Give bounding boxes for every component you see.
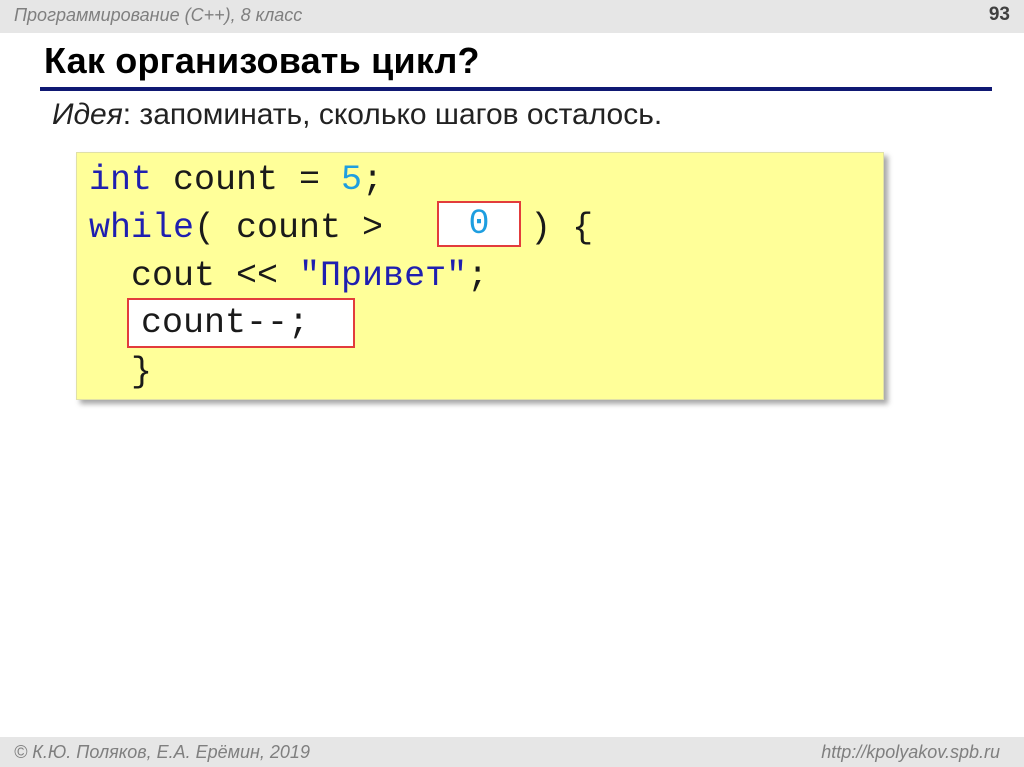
course-label: Программирование (С++), 8 класс bbox=[14, 5, 303, 25]
code-line-5: } bbox=[89, 352, 153, 392]
number-literal: 5 bbox=[341, 160, 363, 200]
idea-body: : запоминать, сколько шагов осталось. bbox=[122, 98, 663, 131]
idea-text: Идея: запоминать, сколько шагов осталось… bbox=[52, 98, 662, 132]
code-block: int count = 5; while( count > ) { cout <… bbox=[76, 152, 884, 400]
footer-bar: © К.Ю. Поляков, Е.А. Ерёмин, 2019 http:/… bbox=[0, 737, 1024, 767]
page-number: 93 bbox=[988, 4, 1010, 25]
keyword-while: while bbox=[89, 208, 195, 248]
keyword-int: int bbox=[89, 160, 153, 200]
code-line-3: cout << "Привет"; bbox=[89, 256, 488, 296]
header-bar: Программирование (С++), 8 класс 93 bbox=[0, 0, 1024, 33]
slide-title: Как организовать цикл? bbox=[44, 40, 480, 81]
idea-lead: Идея bbox=[52, 98, 123, 131]
code-text: ( count > bbox=[194, 208, 405, 248]
string-literal: "Привет" bbox=[299, 256, 468, 296]
decrement-answer-box: count--; bbox=[127, 298, 355, 348]
code-text: count = bbox=[152, 160, 342, 200]
code-text: cout << bbox=[89, 256, 300, 296]
copyright-text: © К.Ю. Поляков, Е.А. Ерёмин, 2019 bbox=[14, 742, 310, 762]
code-line-1: int count = 5; bbox=[89, 160, 383, 200]
title-underline bbox=[40, 87, 992, 91]
site-link[interactable]: http://kpolyakov.spb.ru bbox=[821, 742, 1000, 763]
code-text: ) { bbox=[509, 208, 594, 248]
code-text: ; bbox=[467, 256, 489, 296]
blank-answer-box: 0 bbox=[437, 201, 521, 247]
code-text: ; bbox=[362, 160, 384, 200]
